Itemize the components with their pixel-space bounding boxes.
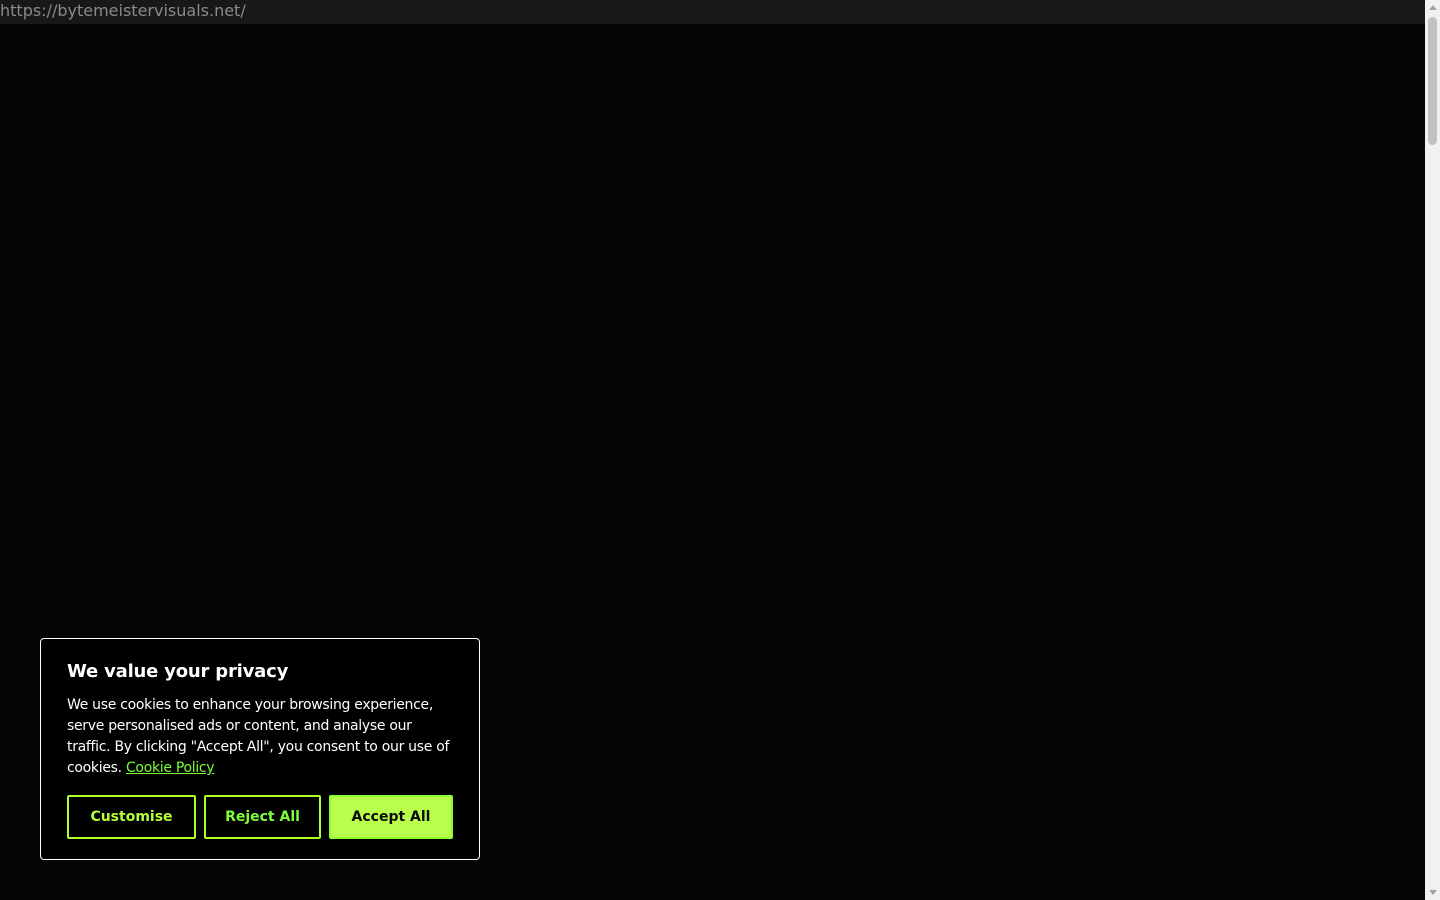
vertical-scrollbar[interactable] [1425, 0, 1440, 900]
reject-all-button[interactable]: Reject All [204, 795, 321, 839]
chevron-down-icon[interactable] [1429, 890, 1437, 895]
cookie-policy-link[interactable]: Cookie Policy [126, 760, 215, 776]
chevron-up-icon[interactable] [1429, 5, 1437, 10]
cookie-banner-title: We value your privacy [67, 661, 289, 682]
cookie-button-row: Customise Reject All Accept All [67, 795, 453, 839]
scrollbar-thumb[interactable] [1428, 17, 1437, 145]
cookie-banner-text: We use cookies to enhance your browsing … [67, 695, 453, 779]
cookie-consent-banner: We value your privacy We use cookies to … [40, 638, 480, 860]
url-text: https://bytemeistervisuals.net/ [0, 1, 246, 20]
address-bar[interactable]: https://bytemeistervisuals.net/ [0, 0, 1425, 24]
accept-all-button[interactable]: Accept All [329, 795, 453, 839]
customise-button[interactable]: Customise [67, 795, 196, 839]
cookie-banner-body: We use cookies to enhance your browsing … [67, 697, 450, 776]
